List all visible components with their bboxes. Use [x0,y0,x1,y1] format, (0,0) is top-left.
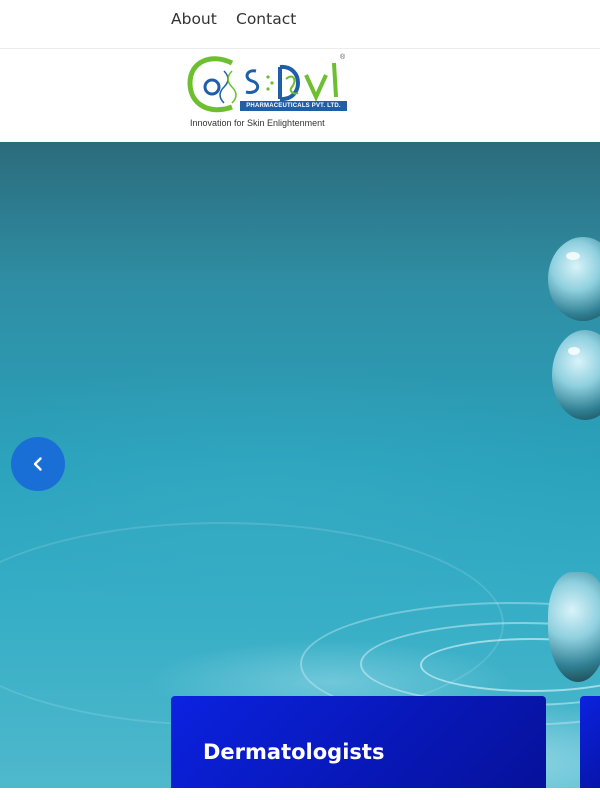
logo-company-band: PHARMACEUTICALS PVT. LTD. [240,101,347,111]
water-drop [548,237,600,321]
bottom-strip [0,788,600,800]
slider-prev-button[interactable] [11,437,65,491]
nav-link-contact[interactable]: Contact [236,10,296,28]
logo-registered-mark: ® [340,54,346,61]
drop-highlight [566,252,580,260]
drop-highlight [568,347,580,355]
cosdvl-logo[interactable]: ® PHARMACEUTICALS PVT. LTD. Innovation f… [0,49,600,142]
page: About Contact ® PHARMACEUTICALS PVT. LTD… [0,0,600,800]
logo-graphic [187,56,338,113]
header-logo-area: ® PHARMACEUTICALS PVT. LTD. Innovation f… [0,49,600,142]
nav-link-about[interactable]: About [171,10,217,28]
top-navigation: About Contact [0,0,600,49]
logo-tagline: Innovation for Skin Enlightenment [190,118,325,128]
service-card-dermatologists[interactable]: Dermatologists [171,696,546,800]
chevron-left-icon [33,457,42,471]
hero-slider [0,142,600,788]
water-drop [548,572,600,682]
water-drop [552,330,600,420]
service-card-title: Dermatologists [203,740,385,764]
service-card-next-peek[interactable] [580,696,600,800]
